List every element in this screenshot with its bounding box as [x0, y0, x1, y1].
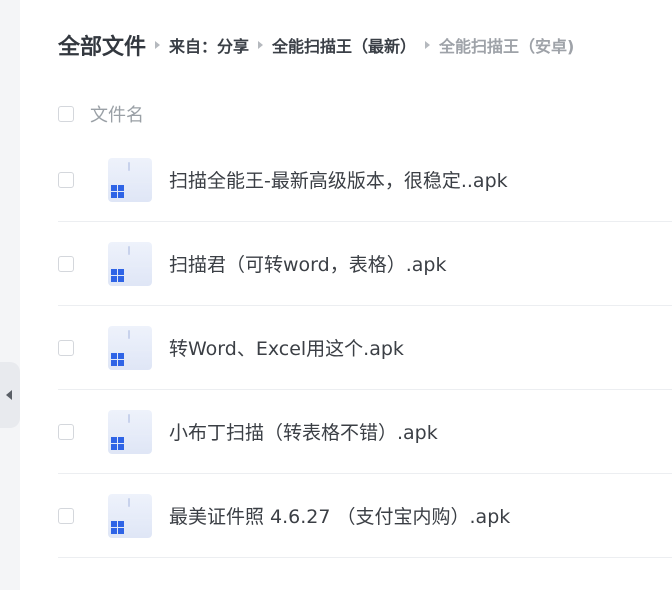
row-checkbox[interactable]	[58, 171, 74, 188]
file-row[interactable]: 扫描君（可转word，表格）.apk	[58, 222, 672, 306]
apk-file-icon	[108, 241, 152, 286]
file-name[interactable]: 小布丁扫描（转表格不错）.apk	[169, 418, 438, 445]
breadcrumb-item-share[interactable]: 来自：分享	[169, 33, 249, 57]
row-checkbox[interactable]	[58, 423, 74, 440]
file-icon-notch	[128, 329, 130, 339]
windows-logo-icon	[111, 520, 124, 534]
apk-file-icon	[108, 493, 152, 538]
windows-logo-icon	[111, 184, 124, 198]
breadcrumb-item-folder[interactable]: 全能扫描王（最新）	[272, 33, 416, 57]
breadcrumb-current: 全能扫描王（安卓)	[439, 37, 575, 56]
row-checkbox[interactable]	[58, 255, 74, 272]
file-row[interactable]: 扫描全能王-最新高级版本，很稳定..apk	[58, 138, 672, 222]
chevron-left-icon	[6, 390, 12, 400]
breadcrumb-separator-icon	[155, 41, 161, 49]
file-name[interactable]: 扫描君（可转word，表格）.apk	[169, 250, 446, 277]
breadcrumb: 全部文件 来自：分享 全能扫描王（最新） 全能扫描王（安卓)	[58, 26, 574, 64]
row-checkbox[interactable]	[58, 339, 74, 356]
file-list-header: 文件名	[58, 96, 144, 132]
sidebar-strip	[0, 0, 20, 590]
windows-logo-icon	[111, 268, 124, 282]
breadcrumb-separator-icon	[258, 41, 264, 49]
apk-file-icon	[108, 325, 152, 370]
breadcrumb-separator-icon	[425, 41, 431, 49]
apk-file-icon	[108, 157, 152, 202]
file-icon-notch	[128, 413, 130, 423]
file-icon-notch	[128, 161, 130, 171]
file-row[interactable]: 最美证件照 4.6.27 （支付宝内购）.apk	[58, 474, 672, 558]
file-name[interactable]: 扫描全能王-最新高级版本，很稳定..apk	[169, 166, 508, 193]
file-name[interactable]: 最美证件照 4.6.27 （支付宝内购）.apk	[169, 502, 510, 529]
sidebar-collapse-button[interactable]	[0, 362, 20, 428]
file-row[interactable]: 小布丁扫描（转表格不错）.apk	[58, 390, 672, 474]
file-row[interactable]: 转Word、Excel用这个.apk	[58, 306, 672, 390]
breadcrumb-root[interactable]: 全部文件	[58, 29, 146, 61]
select-all-checkbox[interactable]	[58, 106, 74, 122]
windows-logo-icon	[111, 436, 124, 450]
file-icon-notch	[128, 497, 130, 507]
windows-logo-icon	[111, 352, 124, 366]
column-header-filename[interactable]: 文件名	[90, 101, 144, 127]
apk-file-icon	[108, 409, 152, 454]
file-name[interactable]: 转Word、Excel用这个.apk	[169, 334, 404, 361]
row-checkbox[interactable]	[58, 507, 74, 524]
file-icon-notch	[128, 245, 130, 255]
